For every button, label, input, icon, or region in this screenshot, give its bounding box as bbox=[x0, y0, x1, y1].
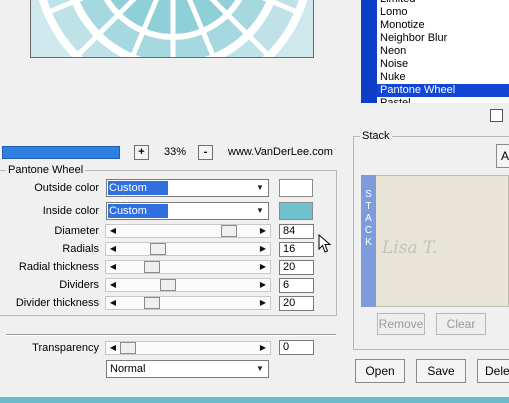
divider-thickness-slider[interactable]: ◀ ▶ bbox=[105, 296, 271, 310]
transparency-slider[interactable]: ◀ ▶ bbox=[105, 341, 271, 355]
list-item[interactable]: Neon bbox=[377, 45, 509, 58]
arrow-right-icon[interactable]: ▶ bbox=[256, 225, 270, 237]
stack-letter: K bbox=[365, 237, 372, 248]
divider-thickness-label: Divider thickness bbox=[15, 297, 99, 309]
save-button[interactable]: Save bbox=[416, 359, 466, 383]
slider-thumb[interactable] bbox=[120, 342, 136, 354]
zoom-progress-bar bbox=[2, 146, 120, 159]
arrow-left-icon[interactable]: ◀ bbox=[106, 261, 120, 273]
list-item[interactable]: Lomo bbox=[377, 6, 509, 19]
radials-slider[interactable]: ◀ ▶ bbox=[105, 242, 271, 256]
slider-thumb[interactable] bbox=[144, 261, 160, 273]
dividers-slider[interactable]: ◀ ▶ bbox=[105, 278, 271, 292]
list-item[interactable]: Pastel bbox=[377, 97, 509, 103]
stack-letter: C bbox=[364, 225, 373, 236]
radials-label: Radials bbox=[62, 243, 99, 255]
list-item[interactable]: Noise bbox=[377, 58, 509, 71]
watermark-logo: Lisa T. bbox=[382, 238, 438, 258]
arrow-left-icon[interactable]: ◀ bbox=[106, 225, 120, 237]
effect-group-title: Pantone Wheel bbox=[6, 164, 86, 176]
chevron-down-icon: ▼ bbox=[256, 364, 264, 373]
checkbox[interactable] bbox=[490, 109, 503, 122]
transparency-label: Transparency bbox=[32, 342, 99, 354]
stack-add-button[interactable]: A bbox=[496, 144, 509, 168]
stack-letter: A bbox=[365, 213, 372, 224]
inside-color-value: Custom >>> bbox=[108, 204, 168, 231]
effects-list[interactable]: LimitedLomoMonotizeNeighbor BlurNeonNois… bbox=[361, 0, 509, 103]
arrow-left-icon[interactable]: ◀ bbox=[106, 297, 120, 309]
chevron-down-icon: ▼ bbox=[256, 183, 264, 192]
inside-color-swatch[interactable] bbox=[279, 202, 313, 220]
stack-vertical-label: S T A C K bbox=[361, 175, 376, 307]
radial-thickness-label: Radial thickness bbox=[18, 261, 99, 273]
delete-button[interactable]: Dele bbox=[477, 359, 509, 383]
effect-preview bbox=[30, 0, 314, 58]
radial-thickness-value-field[interactable]: 20 bbox=[279, 260, 314, 275]
slider-thumb[interactable] bbox=[144, 297, 160, 309]
vanderlee-link[interactable]: www.VanDerLee.com bbox=[228, 146, 333, 158]
chevron-down-icon: ▼ bbox=[256, 206, 264, 215]
dividers-value-field[interactable]: 6 bbox=[279, 278, 314, 293]
dividers-label: Dividers bbox=[59, 279, 99, 291]
arrow-right-icon[interactable]: ▶ bbox=[256, 342, 270, 354]
zoom-in-button[interactable]: + bbox=[134, 145, 149, 160]
arrow-left-icon[interactable]: ◀ bbox=[106, 342, 120, 354]
effects-list-items: LimitedLomoMonotizeNeighbor BlurNeonNois… bbox=[377, 0, 509, 103]
stack-letter: S bbox=[365, 189, 372, 200]
stack-letter: T bbox=[365, 201, 372, 212]
list-item[interactable]: Pantone Wheel bbox=[377, 84, 509, 97]
pantone-wheel-preview-image bbox=[31, 0, 313, 57]
blend-mode-value: Normal bbox=[110, 363, 146, 375]
diameter-slider[interactable]: ◀ ▶ bbox=[105, 224, 271, 238]
list-item[interactable]: Neighbor Blur bbox=[377, 32, 509, 45]
arrow-right-icon[interactable]: ▶ bbox=[256, 261, 270, 273]
slider-thumb[interactable] bbox=[150, 243, 166, 255]
arrow-right-icon[interactable]: ▶ bbox=[256, 297, 270, 309]
outside-color-swatch[interactable] bbox=[279, 179, 313, 197]
open-button[interactable]: Open bbox=[355, 359, 405, 383]
bottom-strip bbox=[0, 397, 509, 403]
list-item[interactable]: Monotize bbox=[377, 19, 509, 32]
arrow-right-icon[interactable]: ▶ bbox=[256, 243, 270, 255]
zoom-out-button[interactable]: - bbox=[198, 145, 213, 160]
outside-color-dropdown[interactable]: Custom >>> ▼ bbox=[106, 179, 269, 208]
remove-button[interactable]: Remove bbox=[377, 313, 425, 335]
diameter-label: Diameter bbox=[54, 225, 99, 237]
stack-title: Stack bbox=[360, 130, 392, 142]
blend-mode-dropdown[interactable]: Normal ▼ bbox=[106, 360, 269, 378]
zoom-value: 33% bbox=[163, 146, 187, 158]
arrow-right-icon[interactable]: ▶ bbox=[256, 279, 270, 291]
divider-thickness-value-field[interactable]: 20 bbox=[279, 296, 314, 311]
slider-thumb[interactable] bbox=[160, 279, 176, 291]
mouse-cursor-icon bbox=[318, 234, 332, 253]
inside-color-label: Inside color bbox=[42, 205, 99, 217]
radial-thickness-slider[interactable]: ◀ ▶ bbox=[105, 260, 271, 274]
arrow-left-icon[interactable]: ◀ bbox=[106, 243, 120, 255]
slider-thumb[interactable] bbox=[221, 225, 237, 237]
inside-color-dropdown[interactable]: Custom >>> ▼ bbox=[106, 202, 269, 231]
radials-value-field[interactable]: 16 bbox=[279, 242, 314, 257]
arrow-left-icon[interactable]: ◀ bbox=[106, 279, 120, 291]
clear-button[interactable]: Clear bbox=[436, 313, 486, 335]
transparency-value-field[interactable]: 0 bbox=[279, 340, 314, 355]
outside-color-label: Outside color bbox=[34, 182, 99, 194]
diameter-value-field[interactable]: 84 bbox=[279, 224, 314, 239]
separator bbox=[6, 334, 336, 336]
outside-color-value: Custom >>> bbox=[108, 181, 168, 208]
list-item[interactable]: Nuke bbox=[377, 71, 509, 84]
